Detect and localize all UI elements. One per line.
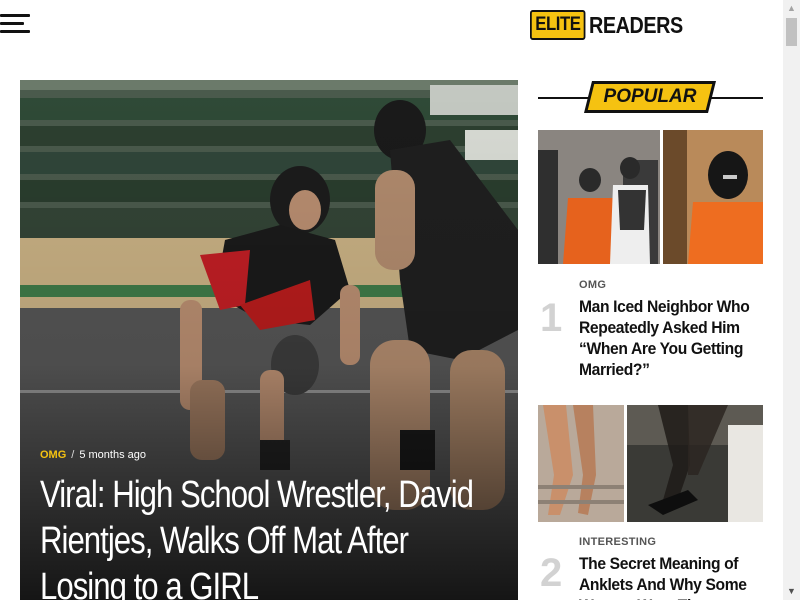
menu-line [0, 14, 30, 17]
featured-headline[interactable]: Viral: High School Wrestler, David Rient… [40, 472, 499, 600]
popular-headline[interactable]: Man Iced Neighbor Who Repeatedly Asked H… [579, 296, 763, 380]
scroll-up-arrow-icon[interactable]: ▲ [783, 0, 800, 17]
category-label[interactable]: OMG [40, 449, 66, 461]
popular-item[interactable]: 2 INTERESTING The Secret Meaning of Ankl… [538, 405, 763, 600]
popular-item-image [538, 405, 763, 522]
popular-item-image [538, 130, 763, 264]
logo-elite: ELITE [530, 10, 586, 40]
popular-heading: POPULAR [538, 80, 763, 116]
scroll-down-arrow-icon[interactable]: ▼ [783, 583, 800, 600]
rank-number: 1 [540, 296, 563, 340]
popular-headline[interactable]: The Secret Meaning of Anklets And Why So… [579, 553, 763, 600]
site-logo[interactable]: ELITE READERS [530, 10, 698, 40]
scroll-thumb[interactable] [786, 18, 797, 46]
rank-number: 2 [540, 551, 563, 595]
menu-line [0, 22, 24, 25]
vertical-scrollbar[interactable]: ▲ ▼ [783, 0, 800, 600]
heading-text: POPULAR [603, 86, 697, 107]
meta-separator: / [71, 449, 75, 461]
category-label[interactable]: INTERESTING [579, 536, 656, 548]
hamburger-menu-icon[interactable] [0, 14, 32, 36]
featured-article[interactable]: OMG / 5 months ago Viral: High School Wr… [20, 80, 518, 600]
logo-readers: READERS [589, 11, 684, 38]
popular-item[interactable]: 1 OMG Man Iced Neighbor Who Repeatedly A… [538, 130, 763, 390]
article-meta: OMG / 5 months ago [40, 449, 146, 461]
publish-time: 5 months ago [79, 449, 146, 461]
menu-line [0, 30, 30, 33]
category-label[interactable]: OMG [579, 279, 606, 291]
